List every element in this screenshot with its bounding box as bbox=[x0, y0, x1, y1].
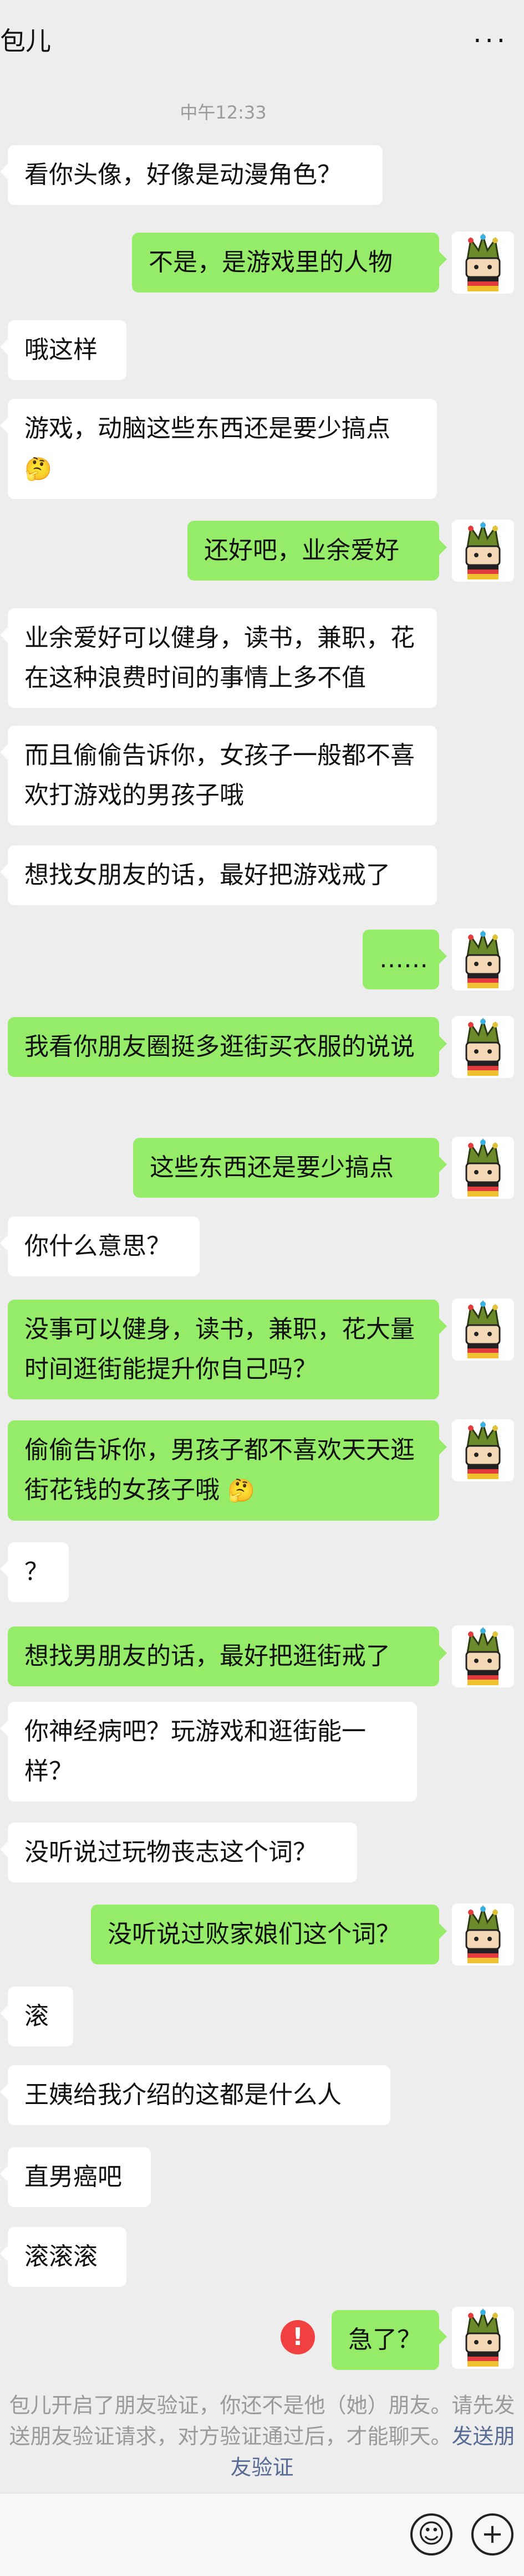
message-bubble-left[interactable]: 游戏，动脑这些东西还是要少搞点 🤔 bbox=[0, 399, 437, 499]
message-text: 滚 bbox=[24, 2002, 49, 2030]
self-avatar[interactable] bbox=[452, 1016, 514, 1078]
message-bubble-right[interactable]: 这些东西还是要少搞点 bbox=[133, 1138, 447, 1198]
message-bubble-left[interactable]: 想找女朋友的话，最好把游戏戒了 bbox=[0, 845, 437, 905]
notice-text: 包儿开启了朋友验证，你还不是他（她）朋友。请先发送朋友验证请求，对方验证通过后，… bbox=[9, 2393, 515, 2449]
message-text: 王姨给我介绍的这都是什么人 bbox=[24, 2081, 342, 2109]
message-bubble-left[interactable]: 你神经病吧？玩游戏和逛街能一样？ bbox=[0, 1702, 417, 1802]
message-text: 想找男朋友的话，最好把逛街戒了 bbox=[24, 1642, 390, 1670]
thinking-face-icon: 🤔 bbox=[227, 1478, 255, 1503]
message-text: 你什么意思？ bbox=[24, 1232, 171, 1260]
thinking-face-icon: 🤔 bbox=[24, 456, 52, 482]
message-bubble-right[interactable]: 偷偷告诉你，男孩子都不喜欢天天逛街花钱的女孩子哦 🤔 bbox=[8, 1420, 447, 1521]
message-bubble-right[interactable]: …… bbox=[363, 930, 447, 989]
message-bubble-left[interactable]: 王姨给我介绍的这都是什么人 bbox=[0, 2065, 390, 2125]
message-bubble-left[interactable]: 而且偷偷告诉你，女孩子一般都不喜欢打游戏的男孩子哦 bbox=[0, 726, 437, 825]
message-text: 而且偷偷告诉你，女孩子一般都不喜欢打游戏的男孩子哦 bbox=[24, 741, 415, 809]
message-bubble-right[interactable]: 不是，是游戏里的人物 bbox=[132, 233, 447, 293]
message-text: …… bbox=[379, 945, 428, 973]
message-text: 这些东西还是要少搞点 bbox=[150, 1153, 394, 1182]
self-avatar[interactable] bbox=[452, 1419, 514, 1481]
self-avatar[interactable] bbox=[452, 520, 514, 582]
message-bubble-left[interactable]: 你什么意思？ bbox=[0, 1217, 200, 1276]
message-text: 还好吧，业余爱好 bbox=[204, 536, 399, 565]
self-avatar[interactable] bbox=[452, 1625, 514, 1687]
message-text: 急了？ bbox=[348, 2326, 421, 2354]
message-text: 直男癌吧 bbox=[24, 2163, 122, 2191]
message-bubble-left[interactable]: 滚滚滚 bbox=[0, 2227, 126, 2287]
avatar-character-icon bbox=[452, 1419, 514, 1481]
self-avatar[interactable] bbox=[452, 232, 514, 294]
avatar-character-icon bbox=[452, 1625, 514, 1687]
message-bubble-right[interactable]: 我看你朋友圈挺多逛街买衣服的说说 bbox=[8, 1017, 447, 1077]
avatar-character-icon bbox=[452, 520, 514, 582]
send-failed-icon[interactable]: ! bbox=[281, 2320, 315, 2354]
message-bubble-right[interactable]: 想找男朋友的话，最好把逛街戒了 bbox=[8, 1626, 447, 1686]
self-avatar[interactable] bbox=[452, 2307, 514, 2369]
message-bubble-right[interactable]: 急了？ bbox=[332, 2310, 447, 2370]
message-text: 看你头像，好像是动漫角色？ bbox=[24, 161, 342, 189]
message-text: 滚滚滚 bbox=[24, 2243, 98, 2271]
message-text: 不是，是游戏里的人物 bbox=[149, 248, 393, 276]
message-text: 没事可以健身，读书，兼职，花大量时间逛街能提升你自己吗？ bbox=[24, 1315, 415, 1383]
message-text: 游戏，动脑这些东西还是要少搞点 bbox=[24, 414, 390, 443]
avatar-character-icon bbox=[452, 928, 514, 991]
message-bubble-left[interactable]: 看你头像，好像是动漫角色？ bbox=[0, 145, 383, 205]
more-options-icon[interactable]: ··· bbox=[473, 24, 508, 58]
message-text: 偷偷告诉你，男孩子都不喜欢天天逛街花钱的女孩子哦 bbox=[24, 1436, 415, 1504]
avatar-character-icon bbox=[452, 232, 514, 294]
self-avatar[interactable] bbox=[452, 1299, 514, 1361]
message-bubble-left[interactable]: 直男癌吧 bbox=[0, 2147, 151, 2207]
message-bubble-left[interactable]: 哦这样 bbox=[0, 320, 126, 380]
input-bar: ☺ + bbox=[0, 2493, 524, 2576]
plus-icon[interactable]: + bbox=[471, 2513, 513, 2556]
self-avatar[interactable] bbox=[452, 1903, 514, 1966]
avatar-character-icon bbox=[452, 1137, 514, 1199]
self-avatar[interactable] bbox=[452, 1137, 514, 1199]
emoji-icon[interactable]: ☺ bbox=[410, 2513, 452, 2556]
message-text: 业余爱好可以健身，读书，兼职，花在这种浪费时间的事情上多不值 bbox=[24, 624, 415, 692]
friend-verification-notice: 包儿开启了朋友验证，你还不是他（她）朋友。请先发送朋友验证请求，对方验证通过后，… bbox=[0, 2390, 524, 2483]
message-text: 哦这样 bbox=[24, 336, 98, 364]
message-text: ？ bbox=[24, 1558, 49, 1586]
avatar-character-icon bbox=[452, 1016, 514, 1078]
avatar-character-icon bbox=[452, 2307, 514, 2369]
message-text: 没听说过玩物丧志这个词？ bbox=[24, 1838, 317, 1866]
self-avatar[interactable] bbox=[452, 928, 514, 991]
message-bubble-left[interactable]: 业余爱好可以健身，读书，兼职，花在这种浪费时间的事情上多不值 bbox=[0, 608, 437, 708]
message-text: 没听说过败家娘们这个词？ bbox=[108, 1920, 400, 1948]
message-text: 你神经病吧？玩游戏和逛街能一样？ bbox=[24, 1717, 366, 1785]
message-text: 想找女朋友的话，最好把游戏戒了 bbox=[24, 861, 390, 889]
message-bubble-left[interactable]: 滚 bbox=[0, 1987, 73, 2046]
chat-header: 包儿 ··· bbox=[0, 0, 524, 83]
timestamp: 中午12:33 bbox=[180, 102, 267, 123]
chat-title: 包儿 bbox=[0, 26, 51, 56]
message-bubble-right[interactable]: 还好吧，业余爱好 bbox=[187, 521, 447, 581]
message-bubble-right[interactable]: 没事可以健身，读书，兼职，花大量时间逛街能提升你自己吗？ bbox=[8, 1300, 447, 1399]
message-bubble-left[interactable]: 没听说过玩物丧志这个词？ bbox=[0, 1823, 357, 1882]
message-text: 我看你朋友圈挺多逛街买衣服的说说 bbox=[24, 1033, 415, 1061]
message-bubble-right[interactable]: 没听说过败家娘们这个词？ bbox=[91, 1905, 447, 1964]
avatar-character-icon bbox=[452, 1299, 514, 1361]
avatar-character-icon bbox=[452, 1903, 514, 1966]
message-bubble-left[interactable]: ？ bbox=[0, 1542, 69, 1602]
